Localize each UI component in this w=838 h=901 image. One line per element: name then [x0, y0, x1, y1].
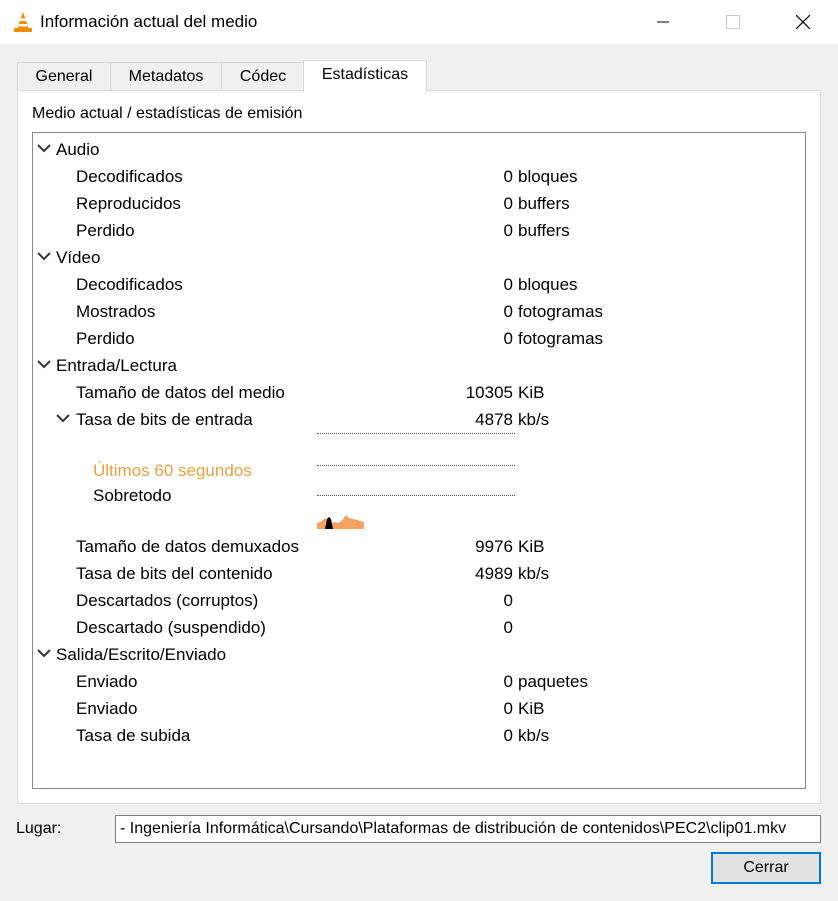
legend-last60: Últimos 60 segundos	[93, 461, 252, 480]
input-bitrate-value: 4878	[475, 410, 513, 429]
legend-overall: Sobretodo	[93, 486, 172, 505]
graph-baseline	[317, 433, 515, 434]
video-decoded-value: 0	[503, 275, 513, 294]
close-window-button[interactable]	[768, 0, 838, 44]
close-icon	[796, 15, 810, 29]
audio-lost-value: 0	[503, 221, 513, 240]
content-bitrate-unit: kb/s	[518, 564, 550, 583]
bitrate-sparkline	[317, 515, 364, 529]
content-bitrate-value: 4989	[475, 564, 513, 583]
statistics-panel: Medio actual / estadísticas de emisión A…	[17, 90, 821, 804]
input-bitrate-label[interactable]: Tasa de bits de entrada	[76, 406, 253, 433]
location-field[interactable]: - Ingeniería Informática\Cursando\Plataf…	[115, 815, 821, 843]
window-title: Información actual del medio	[40, 12, 258, 31]
group-output[interactable]: Salida/Escrito/Enviado	[56, 641, 226, 668]
minimize-button[interactable]	[628, 0, 698, 44]
audio-lost-unit: buffers	[518, 221, 570, 240]
chevron-down-icon[interactable]	[37, 359, 51, 369]
video-displayed-unit: fotogramas	[518, 302, 604, 321]
input-size-unit: KiB	[518, 383, 545, 402]
tab-statistics[interactable]: Estadísticas	[303, 60, 427, 92]
vlc-cone-icon	[14, 12, 32, 32]
tab-bar: General Metadatos Códec Estadísticas	[17, 60, 821, 92]
upload-rate-label: Tasa de subida	[76, 726, 191, 745]
audio-played-unit: buffers	[518, 194, 570, 213]
demux-size-label: Tamaño de datos demuxados	[76, 537, 300, 556]
tab-codec[interactable]: Códec	[221, 62, 305, 90]
chevron-down-icon[interactable]	[56, 413, 70, 423]
upload-rate-value: 0	[503, 726, 513, 745]
location-label: Lugar:	[16, 820, 62, 837]
tab-codec-label: Códec	[239, 68, 287, 85]
discarded-corrupt-label: Descartados (corruptos)	[76, 591, 259, 610]
tab-metadata-label: Metadatos	[128, 68, 204, 85]
tab-metadata[interactable]: Metadatos	[110, 62, 222, 90]
group-video[interactable]: Vídeo	[56, 244, 100, 271]
video-displayed-value: 0	[503, 302, 513, 321]
maximize-button[interactable]	[698, 0, 768, 44]
output-packets-unit: paquetes	[518, 672, 588, 691]
group-input[interactable]: Entrada/Lectura	[56, 352, 177, 379]
tab-general-label: General	[35, 68, 93, 85]
video-decoded-label: Decodificados	[76, 275, 183, 294]
output-packets-label: Enviado	[76, 672, 138, 691]
input-size-label: Tamaño de datos del medio	[76, 383, 285, 402]
chevron-down-icon[interactable]	[37, 143, 51, 153]
graph-last60-line	[317, 465, 515, 466]
audio-decoded-value: 0	[503, 167, 513, 186]
demux-size-unit: KiB	[518, 537, 545, 556]
demux-size-value: 9976	[475, 537, 513, 556]
output-size-unit: KiB	[518, 699, 545, 718]
audio-lost-label: Perdido	[76, 221, 135, 240]
close-button[interactable]: Cerrar	[711, 852, 821, 884]
tab-statistics-label: Estadísticas	[321, 66, 409, 83]
content-bitrate-label: Tasa de bits del contenido	[76, 564, 273, 583]
video-decoded-unit: bloques	[518, 275, 578, 294]
output-size-label: Enviado	[76, 699, 138, 718]
audio-decoded-label: Decodificados	[76, 167, 183, 186]
discarded-suspended-label: Descartado (suspendido)	[76, 618, 266, 637]
tab-general[interactable]: General	[17, 62, 111, 90]
discarded-corrupt-value: 0	[503, 591, 513, 610]
input-bitrate-unit: kb/s	[518, 410, 550, 429]
video-lost-value: 0	[503, 329, 513, 348]
video-lost-unit: fotogramas	[518, 329, 604, 348]
input-size-value: 10305	[465, 383, 513, 402]
audio-played-value: 0	[503, 194, 513, 213]
statistics-tree[interactable]: Audio Decodificados 0 bloques Reproducid…	[32, 132, 806, 789]
output-packets-value: 0	[503, 672, 513, 691]
video-displayed-label: Mostrados	[76, 302, 156, 321]
graph-overall-line	[317, 495, 515, 496]
minimize-icon	[657, 21, 669, 23]
upload-rate-unit: kb/s	[518, 726, 550, 745]
chevron-down-icon[interactable]	[37, 251, 51, 261]
output-size-value: 0	[503, 699, 513, 718]
group-audio[interactable]: Audio	[56, 136, 99, 163]
video-lost-label: Perdido	[76, 329, 135, 348]
audio-decoded-unit: bloques	[518, 167, 578, 186]
title-bar: Información actual del medio	[0, 0, 838, 44]
discarded-suspended-value: 0	[503, 618, 513, 637]
panel-heading: Medio actual / estadísticas de emisión	[32, 105, 303, 122]
chevron-down-icon[interactable]	[37, 648, 51, 658]
audio-played-label: Reproducidos	[76, 194, 181, 213]
maximize-icon	[726, 15, 740, 29]
